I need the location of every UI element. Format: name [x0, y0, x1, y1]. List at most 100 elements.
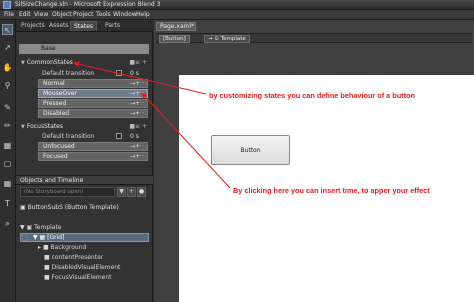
grid-icon: ▦ [39, 234, 46, 241]
direct-select-icon[interactable]: ↗ [2, 42, 13, 53]
tab-projects[interactable]: Projects [18, 21, 48, 31]
tree-item-focusvisualelement[interactable]: ■ FocusVisualElement [20, 273, 149, 282]
menu-tools[interactable]: Tools [96, 11, 111, 18]
tree-item-disabledvisualelement[interactable]: ■ DisabledVisualElement [20, 263, 149, 272]
group-name: FocusStates [26, 123, 64, 130]
tab-assets[interactable]: Assets [46, 21, 72, 31]
transition-label: Default transition [42, 70, 95, 77]
collapse-triangle-icon[interactable]: ▼ [21, 60, 25, 66]
template-title-text: ButtonSubS (Button Template) [27, 204, 119, 211]
state-disabled[interactable]: Disabled →+ · [38, 109, 148, 118]
add-state-icon[interactable]: ■≡ + [129, 59, 147, 66]
add-transition-icon[interactable]: →+ · [130, 153, 144, 160]
collapse-triangle-icon[interactable]: ▼ [21, 124, 25, 130]
expand-triangle-icon[interactable]: ▸ [38, 244, 41, 251]
objects-timeline-header: Objects and Timeline [16, 175, 153, 185]
add-transition-icon[interactable]: →+ · [130, 80, 144, 87]
tab-parts[interactable]: Parts [102, 21, 123, 31]
toolbox: ↖ ↗ ✋ ⚲ ✎ ✏ ▦ ▢ ▦ T » [0, 20, 16, 302]
select-tool-icon[interactable]: ↖ [2, 24, 13, 35]
template-icon: ▣ [26, 224, 33, 231]
zoom-icon[interactable]: ⚲ [2, 80, 13, 91]
state-label: Pressed [43, 100, 67, 107]
menu-view[interactable]: View [34, 11, 48, 18]
collapse-triangle-icon[interactable]: ▼ [33, 234, 38, 241]
add-state-icon[interactable]: ■≡ + [129, 123, 147, 130]
element-icon: ■ [44, 274, 50, 281]
grid-icon[interactable]: ▦ [2, 178, 13, 189]
element-icon: ■ [44, 264, 50, 271]
panel-tabs: Projects Assets States Parts [16, 20, 153, 32]
pen-icon[interactable]: ✎ [2, 102, 13, 113]
state-focused[interactable]: Focused →+ · [38, 152, 148, 161]
transition-checkbox[interactable] [116, 133, 122, 139]
element-icon: ■ [44, 254, 50, 261]
base-state[interactable]: Base [19, 44, 149, 54]
annotation-time: By clicking here you can insert time, to… [233, 186, 430, 195]
rectangle-icon[interactable]: ▢ [2, 158, 13, 169]
state-pressed[interactable]: Pressed →+ · [38, 99, 148, 108]
brush-icon[interactable]: ✏ [2, 120, 13, 131]
title-bar: SilSizeChange.sln - Microsoft Expression… [0, 0, 474, 10]
tree-label: Background [50, 244, 87, 251]
states-panel: Projects Assets States Parts Base ▼ Commo… [16, 20, 153, 302]
menu-bar: File Edit View Object Project Tools Wind… [0, 10, 474, 20]
tree-item-grid[interactable]: ▼ ▦ [Grid] [20, 233, 149, 242]
default-transition: Default transition 0 s [38, 69, 148, 78]
menu-edit[interactable]: Edit [19, 11, 31, 18]
add-transition-icon[interactable]: →+ · [130, 110, 144, 117]
annotation-states: by customizing states you can define beh… [209, 91, 415, 100]
transition-checkbox[interactable] [116, 70, 122, 76]
timeline-record-button[interactable]: ● [137, 187, 146, 197]
tree-label: contentPresenter [51, 254, 104, 261]
menu-file[interactable]: File [4, 11, 14, 18]
tree-item-contentpresenter[interactable]: ■ contentPresenter [20, 253, 149, 262]
add-transition-icon[interactable]: →+ · [130, 100, 144, 107]
tree-label: Template [34, 224, 62, 231]
textblock-icon[interactable]: T [2, 198, 13, 209]
group-name: CommonStates [26, 59, 73, 66]
transition-time[interactable]: 0 s [130, 69, 139, 78]
storyboard-selector[interactable]: (No Storyboard open) [20, 187, 115, 197]
tree-item-template[interactable]: ▼ ▣ Template [20, 223, 149, 232]
app-icon [3, 1, 11, 9]
breadcrumb-template[interactable]: → ⊙ Template [204, 35, 250, 43]
tree-label: FocusVisualElement [51, 274, 112, 281]
breadcrumb: [Button] → ⊙ Template [156, 33, 472, 43]
menu-window[interactable]: Window [113, 11, 137, 18]
visibility-icon[interactable] [22, 235, 28, 241]
collapse-triangle-icon[interactable]: ▼ [20, 224, 25, 231]
state-normal[interactable]: Normal →+ · [38, 79, 148, 88]
transition-label: Default transition [42, 133, 95, 140]
rectangle-icon: ■ [42, 244, 49, 251]
state-label: MouseOver [43, 90, 77, 97]
add-transition-icon[interactable]: →+ · [130, 90, 144, 97]
state-label: Disabled [43, 110, 70, 117]
tab-states[interactable]: States [70, 21, 98, 31]
canvas-button[interactable]: Button [211, 135, 290, 165]
state-mouseover[interactable]: MouseOver →+ · [38, 89, 148, 98]
gradient-icon[interactable]: ▦ [2, 140, 13, 151]
template-title: ▣ ButtonSubS (Button Template) [20, 204, 119, 211]
document-tab[interactable]: Page.xaml* [156, 22, 196, 31]
state-label: Unfocused [43, 143, 75, 150]
menu-object[interactable]: Object [52, 11, 72, 18]
breadcrumb-template-label: Template [220, 36, 246, 42]
design-surface: Page.xaml* [Button] → ⊙ Template Button [154, 20, 474, 302]
state-label: Normal [43, 80, 65, 87]
new-storyboard-button[interactable]: + [127, 187, 136, 197]
menu-project[interactable]: Project [73, 11, 94, 18]
add-transition-icon[interactable]: →+ · [130, 143, 144, 150]
hand-icon[interactable]: ✋ [2, 62, 13, 73]
state-group-commonstates[interactable]: ▼ CommonStates ■≡ + [19, 58, 149, 67]
transition-time[interactable]: 0 s [130, 132, 139, 141]
breadcrumb-button[interactable]: [Button] [159, 35, 190, 43]
state-unfocused[interactable]: Unfocused →+ · [38, 142, 148, 151]
state-group-focusstates[interactable]: ▼ FocusStates ■≡ + [19, 122, 149, 131]
objects-timeline-title: Objects and Timeline [20, 177, 84, 184]
menu-help[interactable]: Help [136, 11, 150, 18]
window-title: SilSizeChange.sln - Microsoft Expression… [15, 1, 161, 8]
asset-icon[interactable]: » [2, 218, 13, 229]
tree-item-background[interactable]: ▸ ■ Background [20, 243, 149, 252]
storyboard-options-button[interactable]: ▼ [117, 187, 126, 197]
